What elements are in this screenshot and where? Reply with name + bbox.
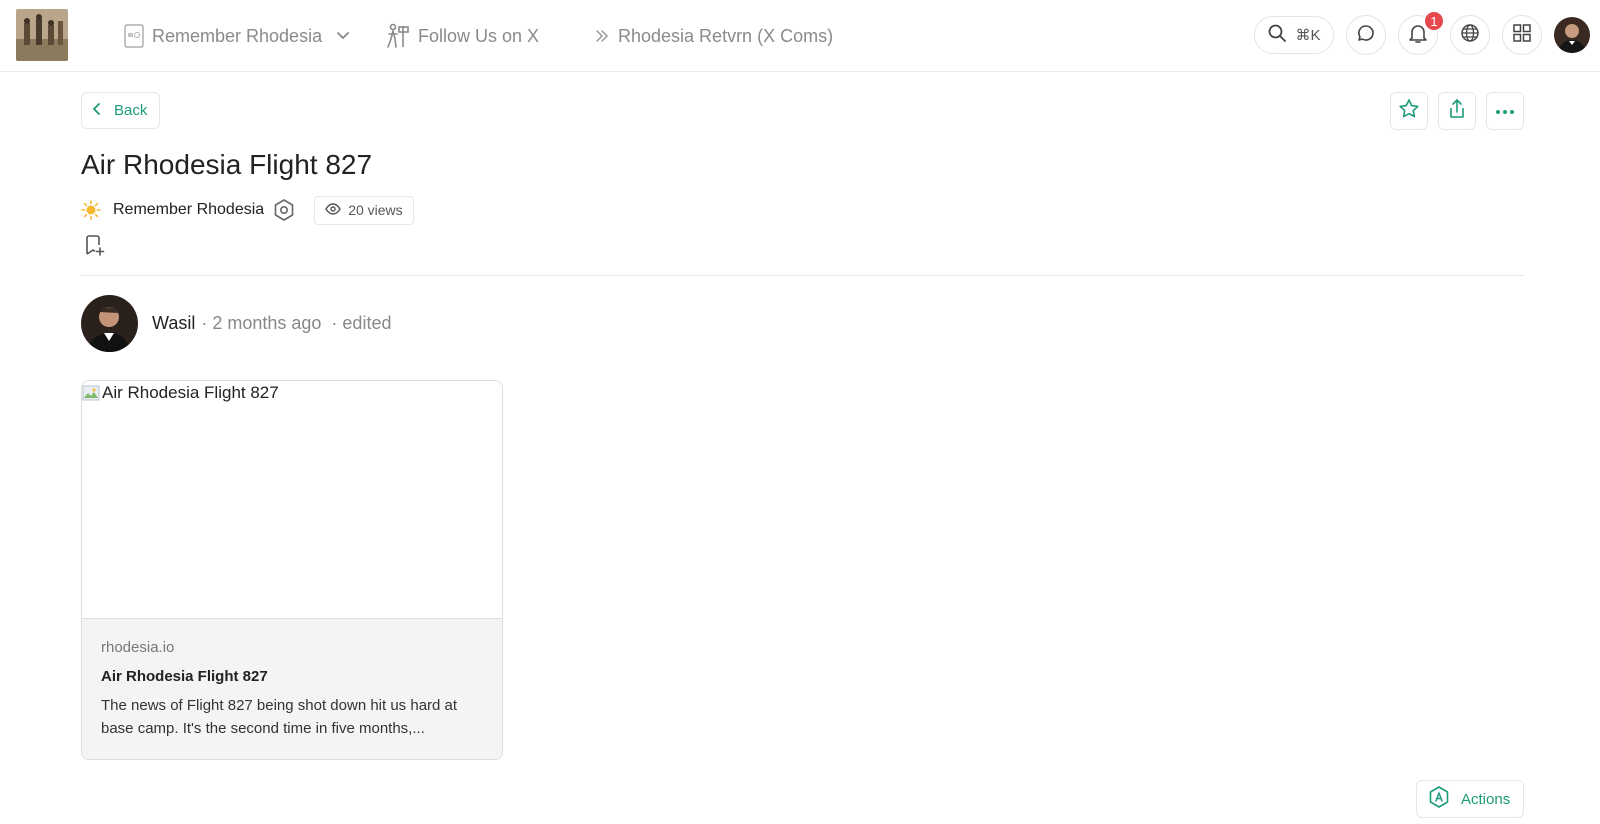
actions-label: Actions: [1461, 790, 1511, 808]
chevron-down-icon: [336, 26, 350, 47]
double-chevron-right-icon: [594, 28, 610, 44]
signpost-person-icon: [386, 23, 410, 49]
share-icon: [1447, 98, 1467, 125]
community-name: Remember Rhodesia: [152, 25, 323, 46]
search-icon: [1267, 23, 1287, 47]
notification-badge: 1: [1423, 10, 1445, 32]
share-button[interactable]: [1438, 92, 1476, 130]
back-label: Back: [114, 102, 148, 119]
search-button[interactable]: ⌘K: [1254, 16, 1334, 54]
link-description: The news of Flight 827 being shot down h…: [101, 697, 458, 737]
top-bar: Remember Rhodesia Follow Us on X Rhodesi…: [0, 0, 1600, 72]
post-timestamp: · 2 months ago: [201, 313, 322, 333]
language-button[interactable]: [1450, 15, 1490, 55]
add-bookmark-button[interactable]: [83, 234, 105, 261]
user-avatar[interactable]: [1554, 17, 1590, 53]
sun-icon: [81, 200, 101, 220]
community-switcher[interactable]: Remember Rhodesia: [124, 0, 350, 72]
broken-image-icon: [82, 384, 100, 402]
back-button[interactable]: Back: [81, 92, 160, 129]
favorite-button[interactable]: [1390, 92, 1428, 130]
follow-label: Follow Us on X: [418, 25, 540, 46]
channel-label: Rhodesia Retvrn (X Coms): [618, 25, 834, 46]
link-domain: rhodesia.io: [101, 639, 175, 656]
nav-follow-us[interactable]: Follow Us on X: [386, 0, 539, 72]
hexagon-settings-icon: [272, 198, 296, 222]
ellipsis-icon: [1495, 102, 1515, 120]
apps-button[interactable]: [1502, 15, 1542, 55]
link-preview-body: rhodesia.io Air Rhodesia Flight 827 The …: [82, 619, 502, 759]
post-meta: Remember Rhodesia 20 views: [81, 195, 414, 225]
chat-bubble-icon: [1356, 23, 1376, 48]
edited-label: · edited: [331, 313, 392, 333]
more-options-button[interactable]: [1486, 92, 1524, 130]
views-counter: 20 views: [314, 195, 414, 225]
actions-button[interactable]: Actions: [1416, 780, 1524, 818]
top-bar-actions: ⌘K 1: [1254, 10, 1590, 55]
post-title: Air Rhodesia Flight 827: [81, 149, 373, 180]
image-alt-text: Air Rhodesia Flight 827: [102, 383, 279, 402]
post-author-row: Wasil · 2 months ago · edited: [81, 295, 391, 352]
eye-icon: [325, 202, 341, 218]
nav-channel[interactable]: Rhodesia Retvrn (X Coms): [594, 0, 833, 72]
author-avatar[interactable]: [81, 295, 138, 352]
author-name[interactable]: Wasil: [152, 313, 195, 334]
hexagon-a-icon: [1427, 785, 1451, 813]
link-preview-card[interactable]: Air Rhodesia Flight 827 rhodesia.io Air …: [81, 380, 503, 760]
community-logo[interactable]: [16, 9, 68, 61]
post-actions: [1390, 92, 1524, 130]
globe-icon: [1460, 23, 1480, 48]
bookmark-plus-icon: [83, 235, 105, 260]
notifications-button[interactable]: 1: [1398, 10, 1445, 55]
link-title: Air Rhodesia Flight 827: [101, 668, 268, 685]
chat-button[interactable]: [1346, 15, 1386, 55]
divider: [81, 275, 1524, 276]
community-card-icon: [124, 24, 144, 48]
post-community-link[interactable]: Remember Rhodesia: [113, 201, 264, 219]
search-shortcut: ⌘K: [1295, 27, 1321, 44]
broken-image: Air Rhodesia Flight 827: [82, 383, 279, 403]
views-label: 20 views: [348, 202, 403, 218]
star-icon: [1398, 98, 1420, 125]
link-preview-image: Air Rhodesia Flight 827: [82, 381, 502, 619]
chevron-left-icon: [92, 102, 102, 120]
grid-icon: [1512, 23, 1532, 48]
